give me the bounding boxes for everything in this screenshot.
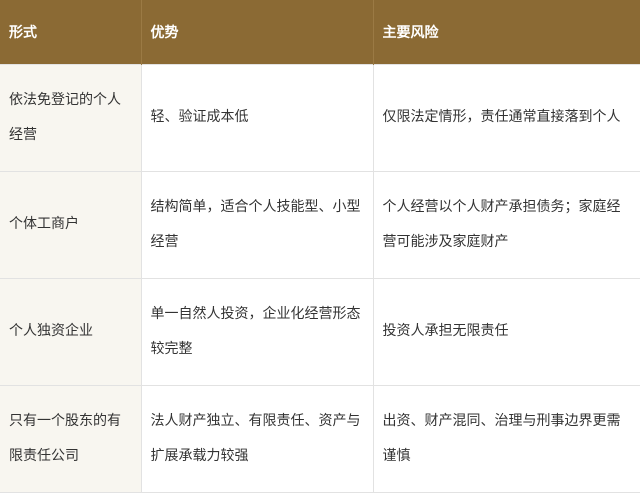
cell-advantage: 轻、验证成本低 — [140, 63, 374, 172]
cell-advantage: 单一自然人投资，企业化经营形态较完整 — [140, 277, 374, 386]
table-row: 依法免登记的个人经营 轻、验证成本低 仅限法定情形，责任通常直接落到个人 — [0, 63, 640, 172]
cell-form: 个人独资企业 — [0, 277, 142, 386]
cell-risk: 投资人承担无限责任 — [372, 277, 640, 386]
cell-form: 依法免登记的个人经营 — [0, 63, 142, 172]
cell-form: 个体工商户 — [0, 170, 142, 279]
table-row: 个体工商户 结构简单，适合个人技能型、小型经营 个人经营以个人财产承担债务；家庭… — [0, 170, 640, 279]
cell-advantage: 结构简单，适合个人技能型、小型经营 — [140, 170, 374, 279]
cell-advantage: 法人财产独立、有限责任、资产与扩展承载力较强 — [140, 384, 374, 493]
cell-risk: 出资、财产混同、治理与刑事边界更需谨慎 — [372, 384, 640, 493]
header-risk: 主要风险 — [372, 0, 640, 64]
comparison-table: 形式 优势 主要风险 依法免登记的个人经营 轻、验证成本低 仅限法定情形，责任通… — [0, 0, 640, 493]
header-form: 形式 — [0, 0, 141, 64]
cell-form: 只有一个股东的有限责任公司 — [0, 384, 142, 493]
cell-risk: 个人经营以个人财产承担债务；家庭经营可能涉及家庭财产 — [372, 170, 640, 279]
cell-risk: 仅限法定情形，责任通常直接落到个人 — [372, 63, 640, 172]
table-row: 个人独资企业 单一自然人投资，企业化经营形态较完整 投资人承担无限责任 — [0, 277, 640, 386]
header-advantage: 优势 — [140, 0, 373, 64]
table-row: 只有一个股东的有限责任公司 法人财产独立、有限责任、资产与扩展承载力较强 出资、… — [0, 384, 640, 493]
table-header-row: 形式 优势 主要风险 — [0, 0, 640, 64]
